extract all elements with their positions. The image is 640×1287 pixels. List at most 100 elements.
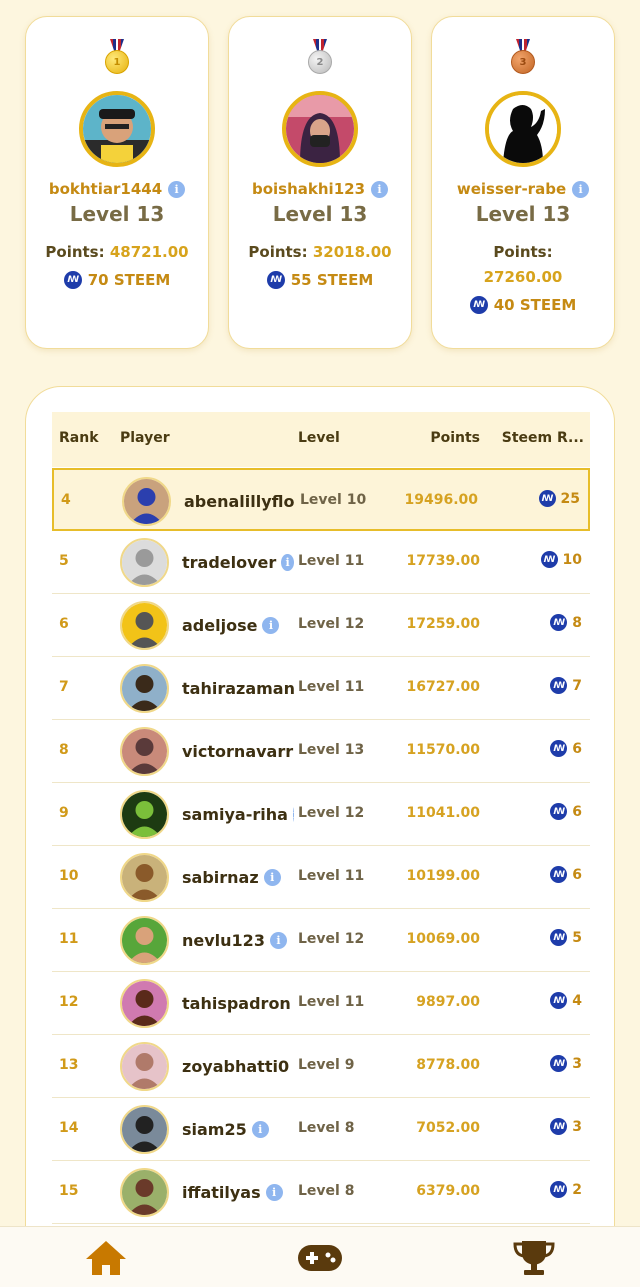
info-icon[interactable]: i (168, 180, 186, 198)
table-row[interactable]: 12 tahispadroniLevel 11 9897.00 ꟿ4 (52, 972, 590, 1035)
steem-reward: ꟿ 55 STEEM (229, 271, 411, 289)
row-steem-reward: ꟿ8 (550, 614, 582, 631)
info-icon[interactable]: i (263, 868, 281, 886)
table-row[interactable]: 13 zoyabhatti0iLevel 9 8778.00 ꟿ3 (52, 1035, 590, 1098)
row-points: 17739.00 (406, 553, 480, 569)
player-name[interactable]: abenalillyfloi (184, 490, 296, 512)
table-row[interactable]: 14 siam25 i Level 8 7052.00 ꟿ 3 (52, 1098, 590, 1161)
info-icon[interactable]: i (269, 931, 287, 949)
avatar[interactable] (120, 853, 169, 902)
avatar[interactable] (122, 477, 171, 526)
player-name[interactable]: tradelover i (182, 551, 294, 573)
player-name[interactable]: nevlu123 i (182, 929, 294, 951)
row-rank: 14 (59, 1120, 79, 1136)
trophy-icon (513, 1241, 555, 1275)
table-row[interactable]: 4 abenalillyfloiLevel 10 19496.00 ꟿ25 (52, 468, 590, 531)
podium-card-first[interactable]: 1 bokhtiar1444 i Level 13 Points: 48721.0… (25, 16, 209, 349)
header-level[interactable]: Level (298, 430, 340, 446)
player-name[interactable]: tahirazamani (182, 677, 294, 699)
avatar[interactable] (79, 91, 155, 167)
player-level: Level 13 (475, 202, 571, 226)
header-steem-reward[interactable]: Steem R... (502, 430, 584, 446)
nav-games[interactable] (297, 1239, 343, 1277)
row-rank: 7 (59, 679, 69, 695)
avatar[interactable] (120, 727, 169, 776)
row-points: 10199.00 (406, 868, 480, 884)
row-steem-reward: ꟿ 25 (538, 490, 580, 507)
steem-icon: ꟿ (550, 1055, 568, 1072)
player-name[interactable]: siam25 i (182, 1118, 294, 1140)
podium-card-second[interactable]: 2 boishakhi123 i Level 13 Points: 32018.0… (228, 16, 412, 349)
player-name[interactable]: tahispadroni (182, 992, 294, 1014)
bottom-nav (0, 1226, 640, 1287)
row-level: Level 12 (298, 616, 365, 632)
player-name[interactable]: samiya-rihai (182, 803, 294, 825)
header-rank[interactable]: Rank (59, 430, 99, 446)
row-rank: 15 (59, 1183, 79, 1199)
table-row[interactable]: 6 adeljose i Level 12 17259.00 ꟿ 8 (52, 594, 590, 657)
avatar[interactable] (485, 91, 561, 167)
player-name[interactable]: boishakhi123 i (229, 180, 411, 198)
home-icon (86, 1241, 126, 1275)
avatar[interactable] (120, 601, 169, 650)
table-row[interactable]: 5 tradelover i Level 11 17739.00 ꟿ 10 (52, 531, 590, 594)
table-row[interactable]: 15 iffatilyas i Level 8 6379.00 ꟿ 2 (52, 1161, 590, 1224)
table-header: Rank Player Level Points Steem R... (52, 412, 590, 467)
steem-icon: ꟿ (550, 1118, 568, 1135)
info-icon[interactable]: i (371, 180, 389, 198)
nav-leaderboard[interactable] (511, 1239, 557, 1277)
row-steem-reward: ꟿ3 (550, 1055, 582, 1072)
avatar[interactable] (120, 1042, 169, 1091)
table-row[interactable]: 7 tahirazamaniLevel 11 16727.00 ꟿ7 (52, 657, 590, 720)
avatar[interactable] (120, 790, 169, 839)
player-level: Level 13 (272, 202, 368, 226)
info-icon[interactable]: i (292, 805, 294, 823)
gold-medal-icon: 1 (105, 39, 129, 75)
avatar[interactable] (120, 979, 169, 1028)
nav-home[interactable] (83, 1239, 129, 1277)
info-icon[interactable]: i (281, 553, 294, 571)
steem-icon: ꟿ (550, 803, 568, 820)
player-name[interactable]: weisser-rabe i (432, 180, 614, 198)
header-player[interactable]: Player (120, 430, 170, 446)
table-row[interactable]: 10 sabirnaz i Level 11 10199.00 ꟿ 6 (52, 846, 590, 909)
table-row[interactable]: 8 victornavarriLevel 13 11570.00 ꟿ6 (52, 720, 590, 783)
podium-card-third[interactable]: 3 weisser-rabe i Level 13 Points: 27260.00… (431, 16, 615, 349)
gamepad-icon (298, 1245, 342, 1271)
steem-icon: ꟿ (550, 740, 568, 757)
steem-icon: ꟿ (538, 490, 556, 507)
avatar[interactable] (282, 91, 358, 167)
info-icon[interactable]: i (265, 1183, 283, 1201)
player-name[interactable]: victornavarri (182, 740, 294, 762)
info-icon[interactable]: i (251, 1120, 269, 1138)
avatar[interactable] (120, 664, 169, 713)
player-name[interactable]: zoyabhatti0i (182, 1055, 294, 1077)
player-name[interactable]: bokhtiar1444 i (26, 180, 208, 198)
player-level: Level 13 (69, 202, 165, 226)
table-row[interactable]: 9 samiya-rihaiLevel 12 11041.00 ꟿ6 (52, 783, 590, 846)
player-name[interactable]: iffatilyas i (182, 1181, 294, 1203)
avatar[interactable] (120, 1168, 169, 1217)
avatar[interactable] (120, 1105, 169, 1154)
steem-icon: ꟿ (550, 1181, 568, 1198)
row-steem-reward: ꟿ6 (550, 866, 582, 883)
row-steem-reward: ꟿ6 (550, 803, 582, 820)
avatar[interactable] (120, 538, 169, 587)
table-row[interactable]: 11 nevlu123 i Level 12 10069.00 ꟿ 5 (52, 909, 590, 972)
row-steem-reward: ꟿ3 (550, 1118, 582, 1135)
info-icon[interactable]: i (572, 180, 590, 198)
player-name[interactable]: sabirnaz i (182, 866, 294, 888)
player-name[interactable]: adeljose i (182, 614, 294, 636)
row-steem-reward: ꟿ5 (550, 929, 582, 946)
row-points: 6379.00 (416, 1183, 480, 1199)
info-icon[interactable]: i (262, 616, 280, 634)
header-points[interactable]: Points (430, 430, 480, 446)
row-steem-reward: ꟿ2 (550, 1181, 582, 1198)
row-rank: 5 (59, 553, 69, 569)
row-rank: 9 (59, 805, 69, 821)
steem-icon: ꟿ (469, 296, 488, 314)
row-points: 8778.00 (416, 1057, 480, 1073)
row-rank: 6 (59, 616, 69, 632)
avatar[interactable] (120, 916, 169, 965)
row-level: Level 11 (298, 868, 365, 884)
